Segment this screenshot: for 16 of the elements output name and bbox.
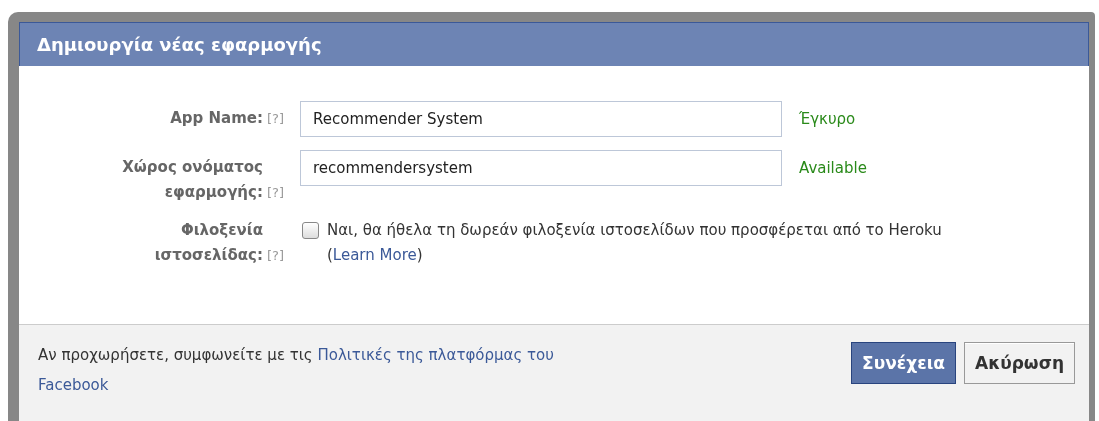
dialog-title: Δημιουργία νέας εφαρμογής [37, 34, 322, 55]
checkbox-label: Ναι, θα ήθελα τη δωρεάν φιλοξενία ιστοσελίδων που προσφέρεται από το Heroku (Learn More) [327, 220, 943, 266]
field-label: Χώρος ονόματος εφαρμογής: [121, 157, 263, 203]
policy-link[interactable]: Πολιτικές της πλατφόρμας του [317, 346, 554, 364]
input-field[interactable]: Recommender System [300, 101, 782, 137]
status-text: Έγκυρο [799, 109, 856, 130]
input-field[interactable]: recommendersystem [300, 150, 782, 186]
cancel-button[interactable]: Ακύρωση [964, 342, 1075, 384]
policy-link[interactable]: Facebook [38, 376, 109, 394]
terms-text: Αν προχωρήσετε, συμφωνείτε με τις Πολιτικές της πλατφόρμας του Facebook [38, 345, 555, 396]
continue-button[interactable]: Συνέχεια [851, 342, 956, 384]
field-label: App Name: [170, 108, 263, 129]
field-label: Φιλοξενία ιστοσελίδας: [153, 220, 263, 266]
status-text: Available [799, 158, 867, 179]
learn-more-link[interactable]: Learn More [332, 246, 417, 264]
checkbox[interactable] [302, 222, 319, 239]
